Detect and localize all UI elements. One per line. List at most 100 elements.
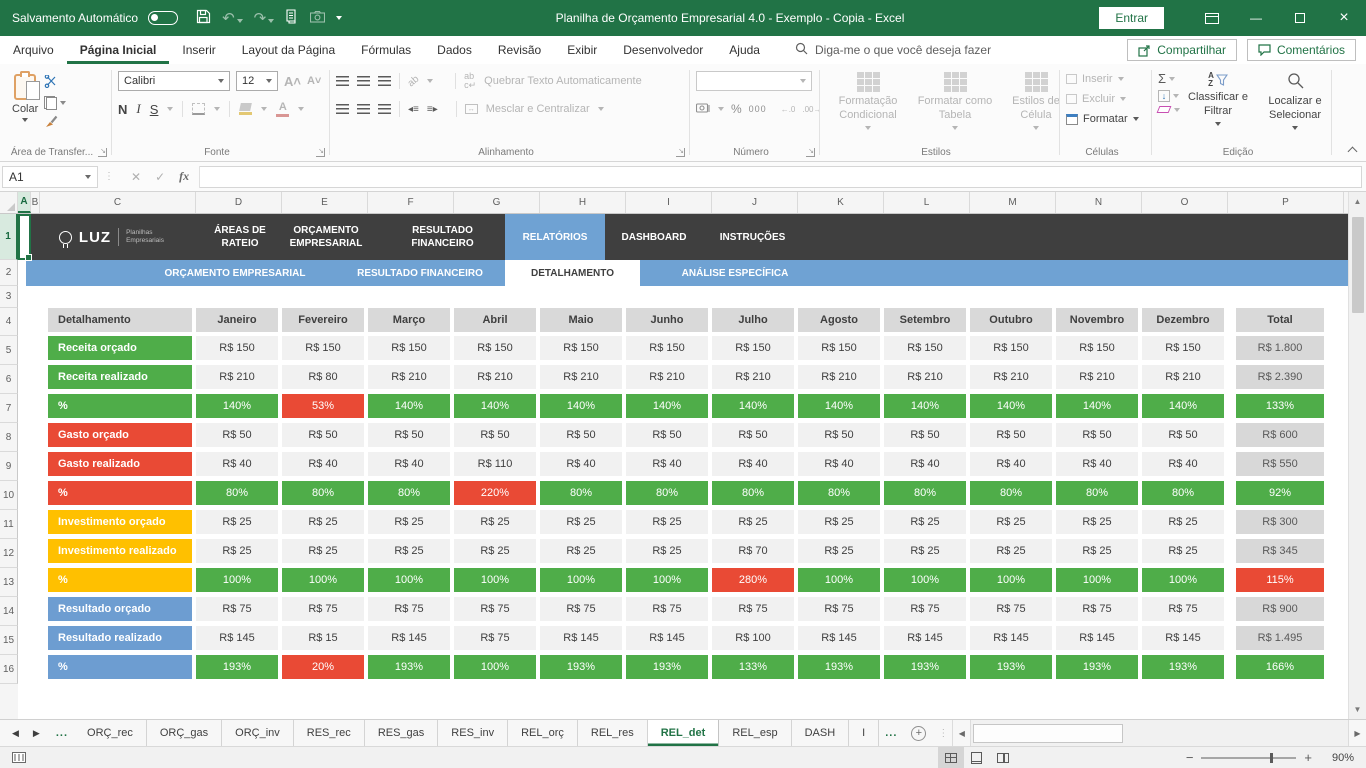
- percent-cell[interactable]: 193%: [1142, 655, 1224, 679]
- percent-cell[interactable]: 100%: [798, 568, 880, 592]
- percent-cell[interactable]: 280%: [712, 568, 794, 592]
- merge-center-button[interactable]: Mesclar e Centralizar: [486, 103, 590, 115]
- conditional-formatting-button[interactable]: Formatação Condicional: [826, 69, 910, 133]
- value-cell[interactable]: R$ 40: [540, 452, 622, 476]
- subnav-item-orçamento-empresarial[interactable]: ORÇAMENTO EMPRESARIAL: [160, 260, 310, 286]
- value-cell[interactable]: R$ 145: [1142, 626, 1224, 650]
- value-cell[interactable]: R$ 25: [798, 510, 880, 534]
- percent-cell[interactable]: 133%: [712, 655, 794, 679]
- restore-button[interactable]: [1278, 0, 1322, 36]
- wrap-text-button[interactable]: Quebrar Texto Automaticamente: [484, 75, 642, 87]
- value-cell[interactable]: R$ 50: [540, 423, 622, 447]
- value-cell[interactable]: R$ 40: [798, 452, 880, 476]
- value-cell[interactable]: R$ 25: [1056, 510, 1138, 534]
- value-cell[interactable]: R$ 145: [970, 626, 1052, 650]
- value-cell[interactable]: R$ 145: [368, 626, 450, 650]
- zoom-level[interactable]: 90%: [1316, 752, 1354, 764]
- row-header-10[interactable]: 10: [0, 481, 18, 510]
- percent-cell[interactable]: 220%: [454, 481, 536, 505]
- font-color-icon[interactable]: A: [276, 102, 289, 117]
- row-header-7[interactable]: 7: [0, 394, 18, 423]
- value-cell[interactable]: R$ 25: [196, 510, 278, 534]
- value-cell[interactable]: R$ 50: [368, 423, 450, 447]
- percent-cell[interactable]: 193%: [626, 655, 708, 679]
- underline-button[interactable]: S: [150, 102, 159, 117]
- number-format-select[interactable]: [696, 71, 812, 91]
- undo-icon[interactable]: ↶: [222, 9, 243, 27]
- value-cell[interactable]: R$ 25: [884, 510, 966, 534]
- sheet-tab-i[interactable]: I: [849, 720, 879, 746]
- percent-cell[interactable]: 140%: [454, 394, 536, 418]
- total-percent-cell[interactable]: 166%: [1236, 655, 1324, 679]
- value-cell[interactable]: R$ 145: [798, 626, 880, 650]
- save-icon[interactable]: [196, 9, 211, 27]
- value-cell[interactable]: R$ 150: [798, 336, 880, 360]
- value-cell[interactable]: R$ 50: [626, 423, 708, 447]
- value-cell[interactable]: R$ 40: [712, 452, 794, 476]
- row-label-cell[interactable]: Receita orçado: [48, 336, 192, 360]
- percent-cell[interactable]: 100%: [282, 568, 364, 592]
- value-cell[interactable]: R$ 25: [798, 539, 880, 563]
- value-cell[interactable]: R$ 75: [1142, 597, 1224, 621]
- value-cell[interactable]: R$ 25: [282, 510, 364, 534]
- number-dialog-launcher[interactable]: ↘: [806, 148, 815, 157]
- sheet-prev-icon[interactable]: ◀: [12, 728, 19, 739]
- value-cell[interactable]: R$ 50: [970, 423, 1052, 447]
- alignment-dialog-launcher[interactable]: ↘: [676, 148, 685, 157]
- header-cell-abril[interactable]: Abril: [454, 308, 536, 332]
- column-header-M[interactable]: M: [970, 192, 1056, 213]
- row-header-2[interactable]: 2: [0, 260, 18, 286]
- select-all-corner[interactable]: [0, 192, 18, 213]
- value-cell[interactable]: R$ 75: [1056, 597, 1138, 621]
- value-cell[interactable]: R$ 145: [540, 626, 622, 650]
- sheet-next-icon[interactable]: ▶: [33, 728, 40, 739]
- column-header-I[interactable]: I: [626, 192, 712, 213]
- close-button[interactable]: ×: [1322, 0, 1366, 36]
- increase-indent-icon[interactable]: ≡▸: [427, 104, 438, 115]
- percent-cell[interactable]: 100%: [454, 655, 536, 679]
- percent-cell[interactable]: 80%: [540, 481, 622, 505]
- row-label-cell[interactable]: %: [48, 655, 192, 679]
- value-cell[interactable]: R$ 150: [970, 336, 1052, 360]
- value-cell[interactable]: R$ 40: [970, 452, 1052, 476]
- percent-cell[interactable]: 100%: [454, 568, 536, 592]
- percent-cell[interactable]: 100%: [970, 568, 1052, 592]
- paste-button[interactable]: Colar: [6, 69, 44, 131]
- percent-cell[interactable]: 100%: [196, 568, 278, 592]
- value-cell[interactable]: R$ 25: [540, 539, 622, 563]
- sort-filter-button[interactable]: AZ Classificar e Filtrar: [1180, 69, 1256, 133]
- header-cell-janeiro[interactable]: Janeiro: [196, 308, 278, 332]
- qat-customize-icon[interactable]: [336, 16, 342, 20]
- row-header-3[interactable]: 3: [0, 286, 18, 308]
- copy-button[interactable]: [44, 96, 66, 110]
- percent-cell[interactable]: 100%: [1056, 568, 1138, 592]
- total-cell[interactable]: R$ 2.390: [1236, 365, 1324, 389]
- percent-cell[interactable]: 80%: [712, 481, 794, 505]
- value-cell[interactable]: R$ 40: [626, 452, 708, 476]
- value-cell[interactable]: R$ 75: [626, 597, 708, 621]
- total-cell[interactable]: R$ 550: [1236, 452, 1324, 476]
- value-cell[interactable]: R$ 15: [282, 626, 364, 650]
- value-cell[interactable]: R$ 210: [368, 365, 450, 389]
- value-cell[interactable]: R$ 25: [368, 510, 450, 534]
- ribbon-tab-inserir[interactable]: Inserir: [169, 36, 228, 64]
- value-cell[interactable]: R$ 50: [1142, 423, 1224, 447]
- row-header-5[interactable]: 5: [0, 336, 18, 365]
- subnav-item-detalhamento[interactable]: DETALHAMENTO: [505, 260, 640, 286]
- comments-button[interactable]: Comentários: [1247, 39, 1356, 61]
- font-name-select[interactable]: Calibri: [118, 71, 230, 91]
- column-header-A[interactable]: A: [18, 192, 31, 213]
- insert-cells-button[interactable]: Inserir: [1066, 69, 1146, 89]
- zoom-slider-thumb[interactable]: [1270, 753, 1273, 763]
- percent-cell[interactable]: 193%: [368, 655, 450, 679]
- row-header-16[interactable]: 16: [0, 655, 18, 684]
- percent-cell[interactable]: 193%: [970, 655, 1052, 679]
- shrink-font-button[interactable]: A˅: [307, 75, 321, 87]
- value-cell[interactable]: R$ 150: [1056, 336, 1138, 360]
- row-label-cell[interactable]: %: [48, 568, 192, 592]
- column-header-E[interactable]: E: [282, 192, 368, 213]
- sheet-tab-rel_orç[interactable]: REL_orç: [508, 720, 578, 746]
- sheet-tab-res_inv[interactable]: RES_inv: [438, 720, 508, 746]
- fill-button[interactable]: ↓: [1158, 90, 1180, 102]
- value-cell[interactable]: R$ 75: [454, 626, 536, 650]
